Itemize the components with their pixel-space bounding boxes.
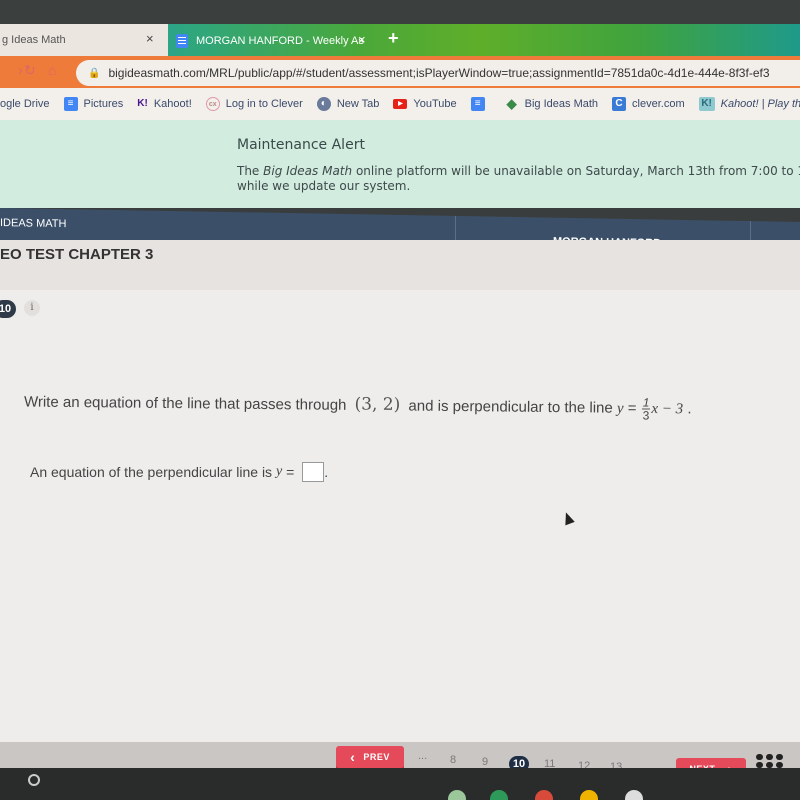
kahoot-icon: K! [137, 98, 148, 109]
tab-label: MORGAN HANFORD - Weekly As [196, 35, 364, 47]
question-number-badge: 10 [0, 300, 16, 318]
bookmark-kahoot[interactable]: K! Kahoot! [137, 97, 191, 111]
answer-input[interactable] [302, 462, 325, 482]
tab-strip: g Ideas Math × MORGAN HANFORD - Weekly A… [0, 24, 800, 56]
bookmark-label: Kahoot! | Play this... [720, 98, 800, 110]
kahoot-icon: K! [698, 97, 715, 111]
alert-body: The Big Ideas Math online platform will … [237, 164, 800, 194]
answer-row: An equation of the perpendicular line is… [30, 462, 328, 482]
question-text: and is perpendicular to the line [408, 397, 613, 417]
slope-fraction: 1 3 [641, 395, 651, 423]
tab-big-ideas-math[interactable]: g Ideas Math × [0, 24, 168, 56]
clever-badge-icon: cx [205, 97, 220, 111]
prev-label: PREV [363, 752, 390, 762]
home-icon[interactable]: ⌂ [48, 62, 56, 78]
launcher-icon[interactable] [28, 774, 40, 786]
big-ideas-icon: ◆ [506, 96, 517, 111]
youtube-icon: ▶ [393, 99, 408, 109]
url-text: bigideasmath.com/MRL/public/app/#/studen… [108, 66, 770, 80]
close-icon[interactable]: × [146, 31, 154, 46]
math-expression: x − 3 [651, 401, 684, 418]
bookmark-label: New Tab [336, 98, 380, 110]
bookmark-youtube[interactable]: ▶ YouTube [393, 98, 457, 110]
question-panel: 10 i Write an equation of the line that … [0, 290, 800, 750]
assessment-header: EO TEST CHAPTER 3 [0, 240, 800, 295]
lock-icon: 🔒 [88, 67, 101, 79]
alert-text: The [237, 164, 264, 178]
app-brand[interactable]: IDEAS MATH [0, 217, 66, 230]
bookmark-new-tab[interactable]: ◐ New Tab [316, 97, 380, 111]
bookmark-label: clever.com [632, 98, 685, 110]
screen: g Ideas Math × MORGAN HANFORD - Weekly A… [0, 0, 800, 800]
bookmark-label: YouTube [413, 98, 457, 110]
info-icon[interactable]: i [24, 300, 40, 316]
question-prompt: Write an equation of the line that passe… [24, 390, 692, 422]
mouse-cursor [561, 510, 575, 526]
page-8[interactable]: 8 [450, 754, 456, 766]
pager-ellipsis[interactable]: ... [418, 750, 427, 762]
prev-button[interactable]: ‹ PREV [336, 746, 404, 768]
reload-icon[interactable]: ↻ [24, 62, 36, 79]
bookmark-doc[interactable]: ≡ [470, 97, 491, 111]
bookmark-google-drive[interactable]: ogle Drive [0, 98, 50, 110]
bookmark-label: Pictures [83, 98, 124, 110]
math-variable: y [616, 400, 624, 417]
alert-emphasis: Big Ideas Math [263, 164, 353, 178]
question-text: Write an equation of the line that passe… [23, 393, 347, 414]
alert-text: online platform will be unavailable on S… [352, 164, 800, 178]
bookmark-big-ideas-math[interactable]: ◆ Big Ideas Math [505, 97, 598, 111]
alert-title: Maintenance Alert [237, 137, 365, 153]
doc-icon: ≡ [470, 97, 485, 111]
doc-icon [176, 34, 188, 48]
bookmarks-bar: ogle Drive ≡ Pictures K! Kahoot! cx Log … [0, 88, 800, 120]
fraction-denominator: 3 [642, 408, 650, 423]
tab-weekly-assessment[interactable]: MORGAN HANFORD - Weekly As × [170, 26, 370, 56]
bookmark-clever[interactable]: C clever.com [612, 97, 685, 111]
maintenance-alert: Maintenance Alert The Big Ideas Math onl… [0, 120, 800, 208]
bookmark-kahoot-play[interactable]: K! Kahoot! | Play this... [698, 97, 800, 111]
bookmark-label: Kahoot! [153, 98, 192, 110]
punctuation: . [324, 464, 329, 480]
math-equals: = [627, 399, 637, 417]
page-9[interactable]: 9 [482, 756, 488, 768]
bookmark-label: Log in to Clever [225, 98, 303, 110]
alert-text: while we update our system. [237, 179, 411, 193]
clever-icon: C [612, 97, 627, 111]
assessment-title: EO TEST CHAPTER 3 [0, 246, 154, 263]
punctuation: . [687, 400, 692, 418]
doc-icon: ≡ [63, 97, 78, 111]
tab-label: g Ideas Math [2, 34, 66, 46]
answer-prompt: An equation of the perpendicular line is [30, 464, 273, 480]
address-bar[interactable]: 🔒 bigideasmath.com/MRL/public/app/#/stud… [76, 60, 800, 86]
monitor-bezel [0, 0, 800, 24]
close-icon[interactable]: × [358, 32, 366, 47]
bookmark-label: Big Ideas Math [524, 98, 599, 110]
new-tab-button[interactable]: + [388, 28, 399, 49]
globe-icon: ◐ [316, 97, 331, 111]
os-shelf [0, 768, 800, 800]
bookmark-pictures[interactable]: ≡ Pictures [63, 97, 124, 111]
question-pager: ‹ PREV ... 8 9 10 11 12 13 ... NEXT › [0, 742, 800, 780]
bookmark-label: ogle Drive [0, 98, 50, 110]
forward-icon[interactable]: › [18, 62, 23, 78]
math-variable: y [275, 464, 283, 479]
chevron-left-icon: ‹ [350, 749, 356, 765]
bookmark-clever-login[interactable]: cx Log in to Clever [205, 97, 303, 111]
browser-toolbar: › ↻ ⌂ 🔒 bigideasmath.com/MRL/public/app/… [0, 56, 800, 88]
math-equals: = [286, 464, 295, 480]
point-coordinates: (3, 2) [354, 394, 401, 416]
